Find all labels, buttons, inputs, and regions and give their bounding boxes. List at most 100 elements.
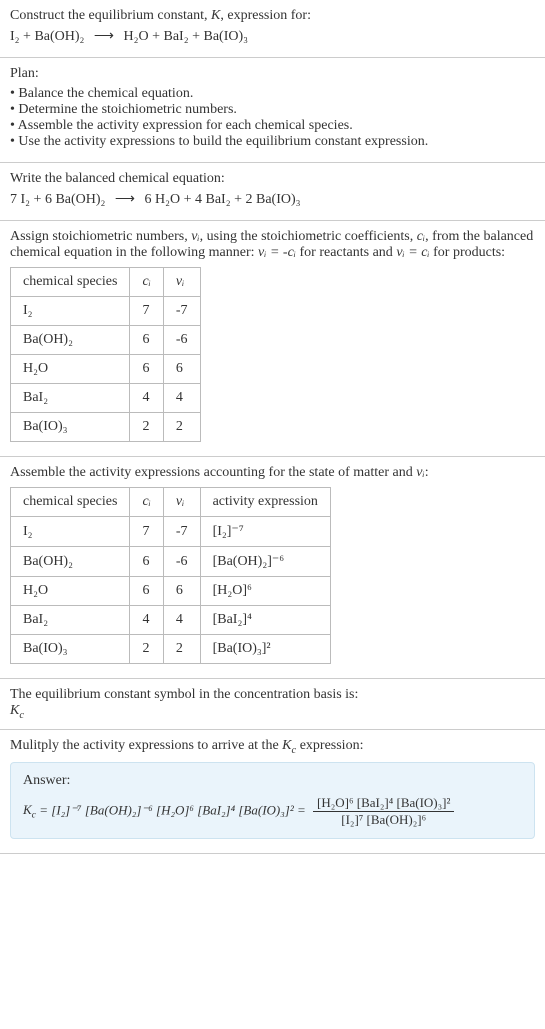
table-row: BaI₂ 4 4: [11, 384, 201, 413]
col-c: cᵢ: [130, 488, 163, 517]
cell-nu: -6: [163, 547, 200, 577]
relation: νᵢ = cᵢ: [396, 245, 429, 260]
cell-nu: 2: [163, 413, 200, 442]
prompt-part2: , expression for:: [220, 8, 311, 23]
plan-list: Balance the chemical equation. Determine…: [10, 86, 535, 150]
stoich-text: , using the stoichiometric coefficients,: [200, 229, 417, 244]
prompt-text: Construct the equilibrium constant, K, e…: [10, 8, 535, 24]
multiply-section: Mulitply the activity expressions to arr…: [0, 730, 545, 854]
c-symbol: cᵢ: [417, 229, 425, 244]
balanced-equation: 7 I₂ + 6 Ba(OH)₂ ⟶ 6 H₂O + 4 BaI₂ + 2 Ba…: [10, 191, 535, 208]
cell-species: BaI₂: [11, 384, 130, 413]
kc-inline: Kc: [282, 738, 296, 753]
multiply-intro: Mulitply the activity expressions to arr…: [10, 738, 535, 756]
cell-nu: -7: [163, 517, 200, 547]
stoich-text: for products:: [430, 245, 505, 260]
cell-c: 2: [130, 635, 163, 664]
cell-expr: [BaI₂]⁴: [200, 606, 330, 635]
balanced-section: Write the balanced chemical equation: 7 …: [0, 163, 545, 221]
cell-c: 4: [130, 384, 163, 413]
answer-box: Answer: Kc = [I₂]⁻⁷ [Ba(OH)₂]⁻⁶ [H₂O]⁶ […: [10, 762, 535, 839]
cell-c: 7: [130, 517, 163, 547]
cell-expr: [I₂]⁻⁷: [200, 517, 330, 547]
table-row: Ba(IO)₃ 2 2 [Ba(IO)₃]²: [11, 635, 331, 664]
unbalanced-equation: I₂ + Ba(OH)₂ ⟶ H₂O + BaI₂ + Ba(IO)₃: [10, 28, 535, 45]
kc-fraction: [H₂O]⁶ [BaI₂]⁴ [Ba(IO)₃]² [I₂]⁷ [Ba(OH)₂…: [313, 795, 454, 828]
nu-symbol: νᵢ: [191, 229, 199, 244]
col-nu: νᵢ: [163, 268, 200, 297]
balanced-rhs: 6 H₂O + 4 BaI₂ + 2 Ba(IO)₃: [145, 192, 301, 207]
kc-expression: Kc = [I₂]⁻⁷ [Ba(OH)₂]⁻⁶ [H₂O]⁶ [BaI₂]⁴ […: [23, 795, 522, 828]
cell-species: Ba(OH)₂: [11, 547, 130, 577]
answer-label: Answer:: [23, 773, 522, 789]
cell-c: 6: [130, 326, 163, 355]
cell-species: H₂O: [11, 577, 130, 606]
prompt-k: K: [211, 8, 220, 23]
arrow-icon: ⟶: [115, 191, 135, 208]
cell-nu: 6: [163, 355, 200, 384]
col-expr: activity expression: [200, 488, 330, 517]
cell-species: I₂: [11, 297, 130, 326]
table-row: H₂O 6 6 [H₂O]⁶: [11, 577, 331, 606]
balanced-lhs: 7 I₂ + 6 Ba(OH)₂: [10, 192, 105, 207]
cell-species: H₂O: [11, 355, 130, 384]
colon: :: [425, 465, 429, 480]
arrow-icon: ⟶: [94, 28, 114, 45]
stoich-text: for reactants and: [296, 245, 396, 260]
cell-nu: -6: [163, 326, 200, 355]
table-header-row: chemical species cᵢ νᵢ: [11, 268, 201, 297]
plan-title: Plan:: [10, 66, 535, 82]
cell-nu: 4: [163, 606, 200, 635]
table-row: Ba(IO)₃ 2 2: [11, 413, 201, 442]
relation: νᵢ = -cᵢ: [258, 245, 296, 260]
stoich-text: Assign stoichiometric numbers,: [10, 229, 191, 244]
cell-expr: [Ba(OH)₂]⁻⁶: [200, 547, 330, 577]
kc-symbol-section: The equilibrium constant symbol in the c…: [0, 679, 545, 730]
cell-species: Ba(OH)₂: [11, 326, 130, 355]
table-row: BaI₂ 4 4 [BaI₂]⁴: [11, 606, 331, 635]
plan-item: Balance the chemical equation.: [10, 86, 535, 102]
plan-section: Plan: Balance the chemical equation. Det…: [0, 58, 545, 163]
col-species: chemical species: [11, 488, 130, 517]
table-row: I₂ 7 -7: [11, 297, 201, 326]
table-row: I₂ 7 -7 [I₂]⁻⁷: [11, 517, 331, 547]
kc-symbol: Kc: [10, 703, 535, 721]
prompt-section: Construct the equilibrium constant, K, e…: [0, 0, 545, 58]
plan-item: Use the activity expressions to build th…: [10, 134, 535, 150]
cell-c: 2: [130, 413, 163, 442]
cell-expr: [H₂O]⁶: [200, 577, 330, 606]
plan-item: Determine the stoichiometric numbers.: [10, 102, 535, 118]
cell-nu: 2: [163, 635, 200, 664]
activity-table: chemical species cᵢ νᵢ activity expressi…: [10, 487, 331, 664]
multiply-text2: expression:: [296, 738, 363, 753]
prompt-part1: Construct the equilibrium constant,: [10, 8, 211, 23]
stoich-intro: Assign stoichiometric numbers, νᵢ, using…: [10, 229, 535, 261]
kc-symbol-line1: The equilibrium constant symbol in the c…: [10, 687, 535, 703]
col-c: cᵢ: [130, 268, 163, 297]
cell-species: Ba(IO)₃: [11, 413, 130, 442]
cell-species: Ba(IO)₃: [11, 635, 130, 664]
col-species: chemical species: [11, 268, 130, 297]
table-row: Ba(OH)₂ 6 -6: [11, 326, 201, 355]
activity-text: Assemble the activity expressions accoun…: [10, 465, 416, 480]
table-header-row: chemical species cᵢ νᵢ activity expressi…: [11, 488, 331, 517]
nu-symbol: νᵢ: [416, 465, 424, 480]
cell-c: 6: [130, 577, 163, 606]
cell-c: 6: [130, 355, 163, 384]
table-row: Ba(OH)₂ 6 -6 [Ba(OH)₂]⁻⁶: [11, 547, 331, 577]
stoich-table: chemical species cᵢ νᵢ I₂ 7 -7 Ba(OH)₂ 6…: [10, 267, 201, 442]
frac-numerator: [H₂O]⁶ [BaI₂]⁴ [Ba(IO)₃]²: [313, 795, 454, 812]
cell-nu: 6: [163, 577, 200, 606]
multiply-text: Mulitply the activity expressions to arr…: [10, 738, 282, 753]
eq-lhs: I₂ + Ba(OH)₂: [10, 29, 84, 44]
activity-section: Assemble the activity expressions accoun…: [0, 457, 545, 679]
eq-rhs: H₂O + BaI₂ + Ba(IO)₃: [124, 29, 249, 44]
stoich-section: Assign stoichiometric numbers, νᵢ, using…: [0, 221, 545, 457]
kc-lhs: Kc = [I₂]⁻⁷ [Ba(OH)₂]⁻⁶ [H₂O]⁶ [BaI₂]⁴ […: [23, 802, 306, 817]
cell-c: 4: [130, 606, 163, 635]
cell-nu: 4: [163, 384, 200, 413]
cell-c: 6: [130, 547, 163, 577]
plan-item: Assemble the activity expression for eac…: [10, 118, 535, 134]
cell-species: I₂: [11, 517, 130, 547]
balanced-intro: Write the balanced chemical equation:: [10, 171, 535, 187]
